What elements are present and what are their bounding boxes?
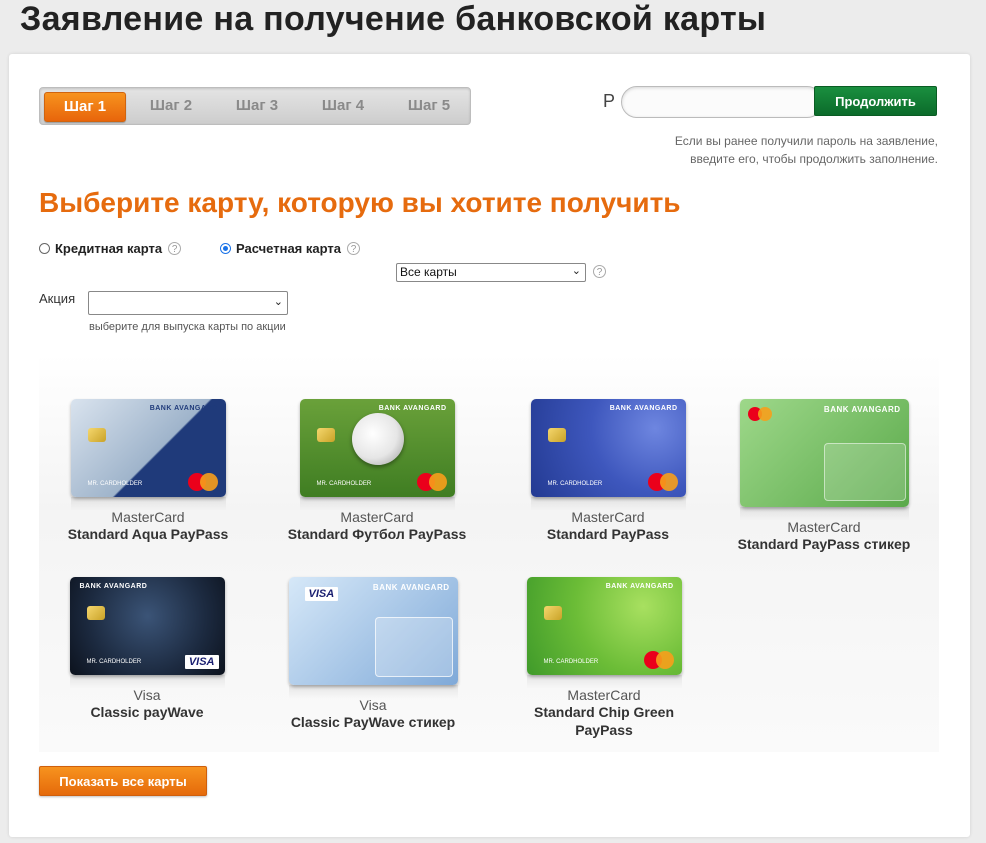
card-name: Standard Футбол PayPass — [287, 526, 467, 542]
card-bank-label: BANK AVANGARD — [378, 405, 447, 412]
card-type: Visa — [359, 697, 387, 713]
promo-hint: выберите для выпуска карты по акции — [89, 321, 286, 333]
debit-card-radio[interactable] — [220, 243, 231, 254]
card-holder: MR. CARDHOLDER — [87, 481, 143, 487]
card-item[interactable]: BANK AVANGARD MR. CARDHOLDER VISA Visa C… — [67, 577, 227, 721]
cards-gallery: BANK AVANGARD MR. CARDHOLDER MasterCard … — [39, 354, 939, 752]
debit-card-label: Расчетная карта — [236, 241, 341, 256]
steps-bar: Шаг 1 Шаг 2 Шаг 3 Шаг 4 Шаг 5 — [39, 87, 471, 125]
card-image[interactable]: BANK AVANGARD MR. CARDHOLDER — [299, 399, 455, 497]
application-panel: Шаг 1 Шаг 2 Шаг 3 Шаг 4 Шаг 5 Р Продолжи… — [9, 54, 970, 837]
card-name: Classic payWave — [90, 704, 204, 720]
card-holder: MR. CARDHOLDER — [316, 481, 372, 487]
card-item[interactable]: BANK AVANGARD MasterCard Standard PayPas… — [729, 399, 919, 553]
password-hint-line2: введите его, чтобы продолжить заполнение… — [690, 152, 938, 166]
card-filter-value: Все карты — [400, 265, 457, 279]
card-holder: MR. CARDHOLDER — [547, 481, 603, 487]
visa-logo-icon: VISA — [184, 655, 219, 669]
password-hint-line1: Если вы ранее получили пароль на заявлен… — [674, 134, 938, 148]
card-name: Standard PayPass стикер — [737, 536, 911, 552]
step-3-tab[interactable]: Шаг 3 — [222, 92, 292, 120]
card-type: MasterCard — [111, 509, 185, 525]
card-bank-label: BANK AVANGARD — [823, 405, 901, 414]
card-name: Standard PayPass — [546, 526, 670, 542]
mastercard-logo-icon — [747, 407, 772, 421]
promo-select[interactable]: ⌄ — [88, 291, 288, 315]
step-1-tab[interactable]: Шаг 1 — [44, 92, 126, 122]
card-holder: MR. CARDHOLDER — [543, 659, 599, 665]
section-heading: Выберите карту, которую вы хотите получи… — [39, 187, 681, 218]
card-type: MasterCard — [787, 519, 861, 535]
filter-help-icon[interactable]: ? — [593, 265, 606, 278]
card-bank-label: BANK AVANGARD — [79, 583, 148, 590]
step-2-tab[interactable]: Шаг 2 — [136, 92, 206, 120]
chip-icon — [547, 428, 566, 442]
continue-button[interactable]: Продолжить — [814, 86, 937, 116]
card-bank-label: BANK AVANGARD — [372, 583, 450, 592]
debit-card-option[interactable]: Расчетная карта ? — [220, 241, 360, 256]
chevron-down-icon: ⌄ — [571, 265, 581, 277]
card-type: MasterCard — [567, 687, 641, 703]
card-image[interactable]: BANK AVANGARD MR. CARDHOLDER — [530, 399, 686, 497]
chip-icon — [316, 428, 335, 442]
credit-card-option[interactable]: Кредитная карта ? — [39, 241, 182, 256]
chip-icon — [543, 606, 562, 620]
step-4-tab[interactable]: Шаг 4 — [308, 92, 378, 120]
card-name: Standard Chip Green PayPass — [533, 704, 675, 738]
card-item[interactable]: BANK AVANGARD VISA Visa Classic PayWave … — [283, 577, 463, 731]
card-item[interactable]: BANK AVANGARD MR. CARDHOLDER MasterCard … — [519, 577, 689, 739]
debit-help-icon[interactable]: ? — [346, 242, 360, 255]
mastercard-logo-icon — [647, 473, 678, 491]
card-filter-select[interactable]: Все карты ⌄ — [396, 263, 586, 282]
card-image[interactable]: BANK AVANGARD MR. CARDHOLDER — [526, 577, 682, 675]
sticker-overlay — [374, 617, 453, 677]
mastercard-logo-icon — [416, 473, 447, 491]
card-image[interactable]: BANK AVANGARD MR. CARDHOLDER VISA — [69, 577, 225, 675]
show-all-cards-button[interactable]: Показать все карты — [39, 766, 207, 796]
step-5-tab[interactable]: Шаг 5 — [394, 92, 464, 120]
visa-logo-icon: VISA — [304, 587, 339, 601]
credit-help-icon[interactable]: ? — [168, 242, 182, 255]
mastercard-logo-icon — [643, 651, 674, 669]
card-holder: MR. CARDHOLDER — [86, 659, 142, 665]
football-icon — [351, 413, 404, 465]
password-label: Р — [603, 91, 616, 111]
sticker-overlay — [823, 443, 906, 501]
card-type: Visa — [133, 687, 161, 703]
chip-icon — [87, 428, 106, 442]
card-name: Standard Aqua PayPass — [67, 526, 229, 542]
card-item[interactable]: BANK AVANGARD MR. CARDHOLDER MasterCard … — [63, 399, 233, 543]
promo-label: Акция — [39, 291, 76, 306]
password-hint: Если вы ранее получили пароль на заявлен… — [569, 132, 938, 168]
card-bank-label: BANK AVANGARD — [609, 405, 678, 412]
card-item[interactable]: BANK AVANGARD MR. CARDHOLDER MasterCard … — [523, 399, 693, 543]
chip-icon — [86, 606, 105, 620]
card-name: Classic PayWave стикер — [290, 714, 456, 730]
mastercard-logo-icon — [187, 473, 218, 491]
card-image[interactable]: BANK AVANGARD MR. CARDHOLDER — [70, 399, 226, 497]
page-title: Заявление на получение банковской карты — [20, 0, 767, 38]
card-image[interactable]: BANK AVANGARD VISA — [288, 577, 458, 685]
credit-card-radio[interactable] — [39, 243, 50, 254]
card-image[interactable]: BANK AVANGARD — [739, 399, 909, 507]
card-item[interactable]: BANK AVANGARD MR. CARDHOLDER MasterCard … — [277, 399, 477, 543]
card-type: MasterCard — [340, 509, 414, 525]
chevron-down-icon: ⌄ — [273, 296, 283, 308]
credit-card-label: Кредитная карта — [55, 241, 163, 256]
card-bank-label: BANK AVANGARD — [605, 583, 674, 590]
password-input[interactable] — [621, 86, 823, 118]
card-type: MasterCard — [571, 509, 645, 525]
card-bank-label: BANK AVANGARD — [149, 405, 218, 412]
